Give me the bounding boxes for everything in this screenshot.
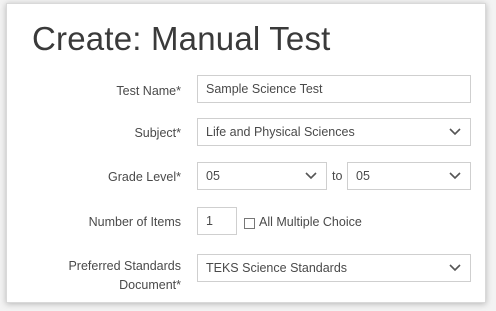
standards-document-label: Preferred Standards Document* — [68, 259, 181, 292]
number-of-items-label: Number of Items — [88, 215, 181, 229]
test-name-input[interactable]: Sample Science Test — [197, 75, 471, 103]
chevron-down-icon — [449, 128, 461, 136]
chevron-down-icon — [305, 172, 317, 180]
all-multiple-choice-checkbox[interactable] — [244, 218, 255, 229]
all-multiple-choice-label[interactable]: All Multiple Choice — [259, 215, 362, 229]
subject-value: Life and Physical Sciences — [206, 125, 355, 139]
grade-range-separator: to — [332, 169, 343, 183]
test-name-label: Test Name* — [116, 84, 181, 98]
test-name-value: Sample Science Test — [206, 82, 323, 96]
grade-level-label: Grade Level* — [108, 170, 181, 184]
chevron-down-icon — [449, 264, 461, 272]
grade-from-value: 05 — [206, 169, 220, 183]
standards-document-select[interactable]: TEKS Science Standards — [197, 254, 471, 282]
subject-label: Subject* — [134, 126, 181, 140]
subject-select[interactable]: Life and Physical Sciences — [197, 118, 471, 146]
grade-from-select[interactable]: 05 — [197, 162, 327, 190]
number-of-items-value: 1 — [206, 214, 213, 228]
grade-to-select[interactable]: 05 — [347, 162, 471, 190]
standards-document-value: TEKS Science Standards — [206, 261, 348, 275]
create-test-panel: Create: Manual Test Test Name* Sample Sc… — [6, 3, 486, 303]
chevron-down-icon — [449, 172, 461, 180]
number-of-items-input[interactable]: 1 — [197, 207, 237, 235]
grade-to-value: 05 — [356, 169, 370, 183]
page-title: Create: Manual Test — [32, 20, 331, 57]
